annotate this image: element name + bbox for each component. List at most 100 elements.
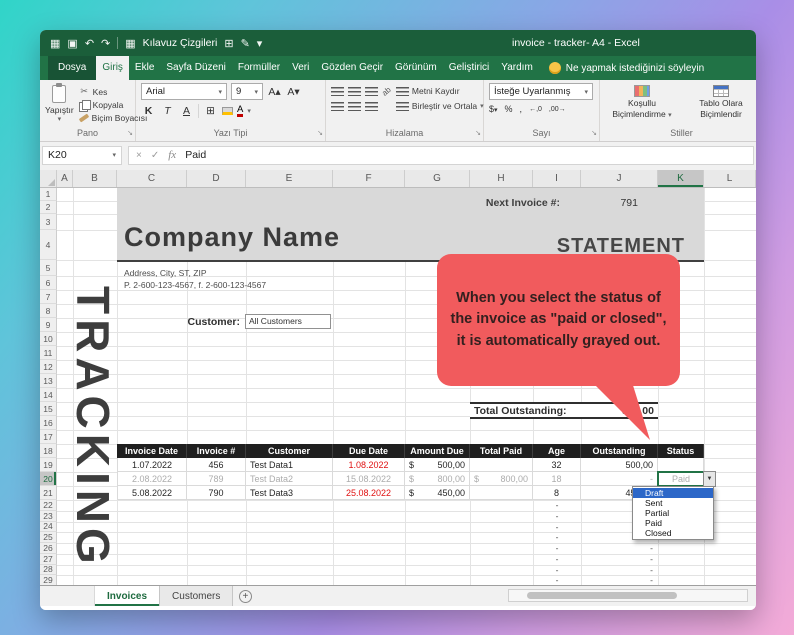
column-header-K[interactable]: K — [658, 170, 704, 187]
cell-age[interactable]: 32 — [533, 458, 581, 472]
row-header-6[interactable]: 6 — [40, 276, 57, 290]
cell-due-date[interactable]: 15.08.2022 — [333, 472, 405, 486]
row-header-13[interactable]: 13 — [40, 374, 57, 388]
horizontal-scrollbar[interactable] — [508, 589, 748, 602]
fill-color-button[interactable] — [222, 107, 233, 115]
row-header-25[interactable]: 25 — [40, 532, 57, 543]
alignment-dialog-launcher-icon[interactable]: ↘ — [475, 127, 481, 140]
table-row-21[interactable]: 5.08.2022 790 Test Data3 25.08.2022 $450… — [117, 486, 704, 500]
font-dialog-launcher-icon[interactable]: ↘ — [317, 127, 323, 140]
cell-outstanding[interactable]: 500,00 — [581, 458, 658, 472]
row-header-9[interactable]: 9 — [40, 318, 57, 332]
clipboard-dialog-launcher-icon[interactable]: ↘ — [127, 127, 133, 140]
cell-invoice-number[interactable]: 790 — [187, 486, 246, 500]
dropdown-option-draft[interactable]: Draft — [633, 488, 713, 498]
cell-invoice-date[interactable]: 5.08.2022 — [117, 486, 187, 500]
column-header-C[interactable]: C — [117, 170, 187, 187]
row-header-2[interactable]: 2 — [40, 201, 57, 214]
sheet[interactable]: Next Invoice #: 791 Company Name STATEME… — [40, 188, 756, 586]
tab-formüller[interactable]: Formüller — [232, 56, 286, 80]
align-right-icon[interactable] — [365, 102, 378, 111]
comma-style-button[interactable]: , — [520, 104, 523, 114]
column-header-I[interactable]: I — [533, 170, 581, 187]
cell-invoice-number[interactable]: 456 — [187, 458, 246, 472]
align-bottom-icon[interactable] — [365, 87, 378, 96]
align-center-icon[interactable] — [348, 102, 361, 111]
dropdown-option-sent[interactable]: Sent — [633, 498, 713, 508]
tell-me-label[interactable]: Ne yapmak istediğinizi söyleyin — [566, 63, 704, 74]
bold-button[interactable]: K — [141, 105, 156, 117]
column-header-F[interactable]: F — [333, 170, 405, 187]
align-left-icon[interactable] — [331, 102, 344, 111]
tab-sayfa-düzeni[interactable]: Sayfa Düzeni — [160, 56, 231, 80]
save-icon[interactable]: ▣ — [67, 37, 77, 50]
row-header-8[interactable]: 8 — [40, 304, 57, 318]
row-header-26[interactable]: 26 — [40, 543, 57, 554]
cell-customer[interactable]: Test Data1 — [246, 458, 333, 472]
row-header-18[interactable]: 18 — [40, 444, 57, 458]
validation-dropdown-button[interactable]: ▼ — [703, 471, 716, 487]
table-row-19[interactable]: 1.07.2022 456 Test Data1 1.08.2022 $500,… — [117, 458, 704, 472]
column-header-H[interactable]: H — [470, 170, 533, 187]
cell-age[interactable]: 8 — [533, 486, 581, 500]
status-dropdown[interactable]: Draft Sent Partial Paid Closed — [632, 486, 714, 540]
cell-amount-due[interactable]: $450,00 — [405, 486, 470, 500]
row-header-19[interactable]: 19 — [40, 458, 57, 472]
row-header-11[interactable]: 11 — [40, 346, 57, 360]
cell-customer[interactable]: Test Data3 — [246, 486, 333, 500]
orientation-icon[interactable]: ab — [380, 85, 393, 98]
percent-style-button[interactable]: % — [505, 104, 513, 114]
column-header-L[interactable]: L — [704, 170, 756, 187]
table-row-20[interactable]: 2.08.2022 789 Test Data2 15.08.2022 $800… — [117, 472, 704, 486]
cell-amount-due[interactable]: $800,00 — [405, 472, 470, 486]
tab-görünüm[interactable]: Görünüm — [389, 56, 443, 80]
dropdown-option-closed[interactable]: Closed — [633, 528, 713, 538]
row-header-7[interactable]: 7 — [40, 290, 57, 304]
gridlines-toggle-label[interactable]: Kılavuz Çizgileri — [143, 37, 218, 49]
customer-filter-box[interactable]: All Customers — [245, 314, 331, 329]
row-header-28[interactable]: 28 — [40, 564, 57, 576]
tab-gözden-geçir[interactable]: Gözden Geçir — [315, 56, 389, 80]
row-header-24[interactable]: 24 — [40, 521, 57, 533]
sheet-tab-customers[interactable]: Customers — [160, 586, 234, 606]
cell-customer[interactable]: Test Data2 — [246, 472, 333, 486]
row-header-16[interactable]: 16 — [40, 416, 57, 430]
row-header-4[interactable]: 4 — [40, 230, 57, 260]
number-dialog-launcher-icon[interactable]: ↘ — [591, 127, 597, 140]
name-box[interactable]: K20 ▾ — [42, 145, 122, 165]
cell-total-paid[interactable]: $800,00 — [470, 472, 533, 486]
borders-button[interactable]: ⊞ — [203, 105, 218, 117]
underline-button[interactable]: A — [179, 105, 194, 117]
tab-giriş[interactable]: Giriş — [96, 56, 129, 80]
align-middle-icon[interactable] — [348, 87, 361, 96]
column-header-D[interactable]: D — [187, 170, 246, 187]
row-header-12[interactable]: 12 — [40, 360, 57, 374]
cell-total-paid[interactable] — [470, 458, 533, 472]
shrink-font-button[interactable]: A▾ — [286, 86, 301, 98]
paste-dropdown-icon[interactable]: ▾ — [58, 115, 62, 123]
redo-icon[interactable]: ↷ — [101, 37, 110, 50]
row-header-29[interactable]: 29 — [40, 575, 57, 585]
merge-center-button[interactable]: Birleştir ve Ortala ▾ — [395, 101, 484, 111]
cancel-icon[interactable]: × — [136, 150, 142, 161]
row-header-22[interactable]: 22 — [40, 500, 57, 511]
column-header-G[interactable]: G — [405, 170, 470, 187]
row-header-14[interactable]: 14 — [40, 388, 57, 402]
paste-button[interactable]: Yapıştır ▾ — [45, 83, 74, 127]
tab-ekle[interactable]: Ekle — [129, 56, 160, 80]
italic-button[interactable]: T — [160, 105, 175, 117]
cell-invoice-date[interactable]: 1.07.2022 — [117, 458, 187, 472]
formula-input[interactable]: × ✓ fx Paid — [128, 145, 754, 165]
selected-cell-K20[interactable]: Paid — [657, 471, 705, 487]
undo-icon[interactable]: ↶ — [85, 37, 94, 50]
insert-function-icon[interactable]: fx — [168, 149, 176, 161]
row-header-23[interactable]: 23 — [40, 511, 57, 522]
cell-due-date[interactable]: 25.08.2022 — [333, 486, 405, 500]
number-format-combo[interactable]: İsteğe Uyarlanmış ▾ — [489, 83, 593, 100]
row-header-3[interactable]: 3 — [40, 214, 57, 230]
tab-veri[interactable]: Veri — [286, 56, 315, 80]
row-header-1[interactable]: 1 — [40, 188, 57, 201]
column-header-A[interactable]: A — [57, 170, 73, 187]
tab-dosya[interactable]: Dosya — [48, 56, 97, 80]
enter-icon[interactable]: ✓ — [151, 150, 159, 161]
